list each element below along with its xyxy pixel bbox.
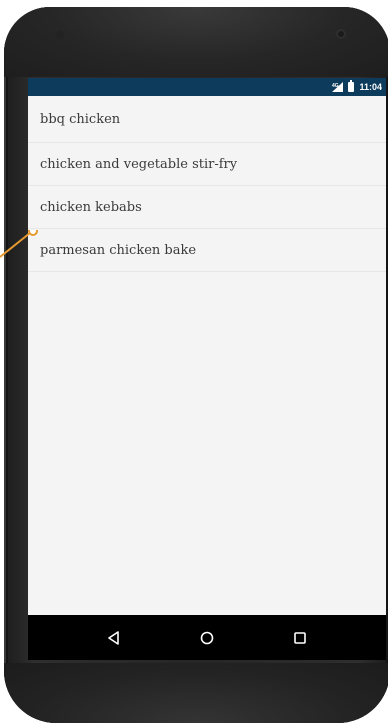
annotation-pointer <box>0 230 38 258</box>
home-button[interactable] <box>187 623 227 653</box>
recents-icon <box>293 631 306 644</box>
home-icon <box>200 631 214 644</box>
list-item-label: parmesan chicken bake <box>40 243 197 258</box>
recents-button[interactable] <box>280 623 320 653</box>
list-item-label: chicken kebabs <box>40 200 142 215</box>
recipe-list: bbq chicken chicken and vegetable stir-f… <box>28 96 386 272</box>
phone-bottom-bezel <box>4 663 388 723</box>
front-camera-icon <box>336 29 346 39</box>
status-bar-right: 4G 11:04 <box>332 78 382 96</box>
svg-text:4G: 4G <box>332 83 339 89</box>
back-button[interactable] <box>94 623 134 653</box>
list-item[interactable]: chicken and vegetable stir-fry <box>28 143 386 186</box>
proximity-sensor <box>56 31 64 39</box>
status-time: 11:04 <box>359 82 382 92</box>
status-bar: 4G 11:04 <box>28 78 386 96</box>
battery-icon <box>348 80 355 92</box>
stage: 4G 11:04 bbq chicken chicken and vegetab… <box>0 0 388 724</box>
list-item-label: chicken and vegetable stir-fry <box>40 157 238 172</box>
back-icon <box>108 630 120 645</box>
navigation-bar <box>28 615 386 660</box>
signal-icon: 4G <box>332 82 344 92</box>
list-item[interactable]: chicken kebabs <box>28 186 386 229</box>
list-item[interactable]: parmesan chicken bake <box>28 229 386 272</box>
phone-screen: 4G 11:04 bbq chicken chicken and vegetab… <box>28 78 386 615</box>
phone-top-bezel <box>4 7 388 77</box>
list-item-label: bbq chicken <box>40 112 121 127</box>
list-item[interactable]: bbq chicken <box>28 96 386 143</box>
